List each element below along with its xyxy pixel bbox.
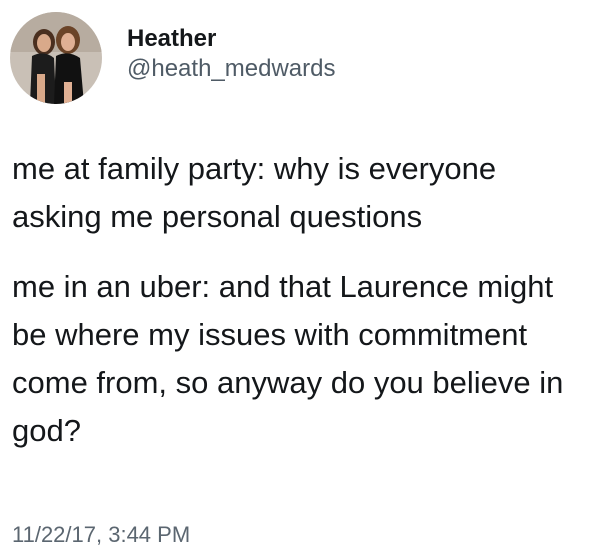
tweet-timestamp[interactable]: 11/22/17, 3:44 PM [12,520,190,550]
tweet-header: Heather @heath_medwards [10,10,335,106]
tweet-paragraph: me in an uber: and that Laurence might b… [12,269,564,448]
author-names: Heather @heath_medwards [127,24,335,84]
tweet-paragraph: me at family party: why is everyone aski… [12,151,497,234]
display-name[interactable]: Heather [127,24,335,54]
tweet-text: me at family party: why is everyone aski… [12,145,587,455]
tweet-card: Heather @heath_medwards me at family par… [0,0,596,554]
avatar[interactable] [10,12,102,104]
profile-photo-icon [10,12,102,104]
user-handle[interactable]: @heath_medwards [127,54,335,84]
